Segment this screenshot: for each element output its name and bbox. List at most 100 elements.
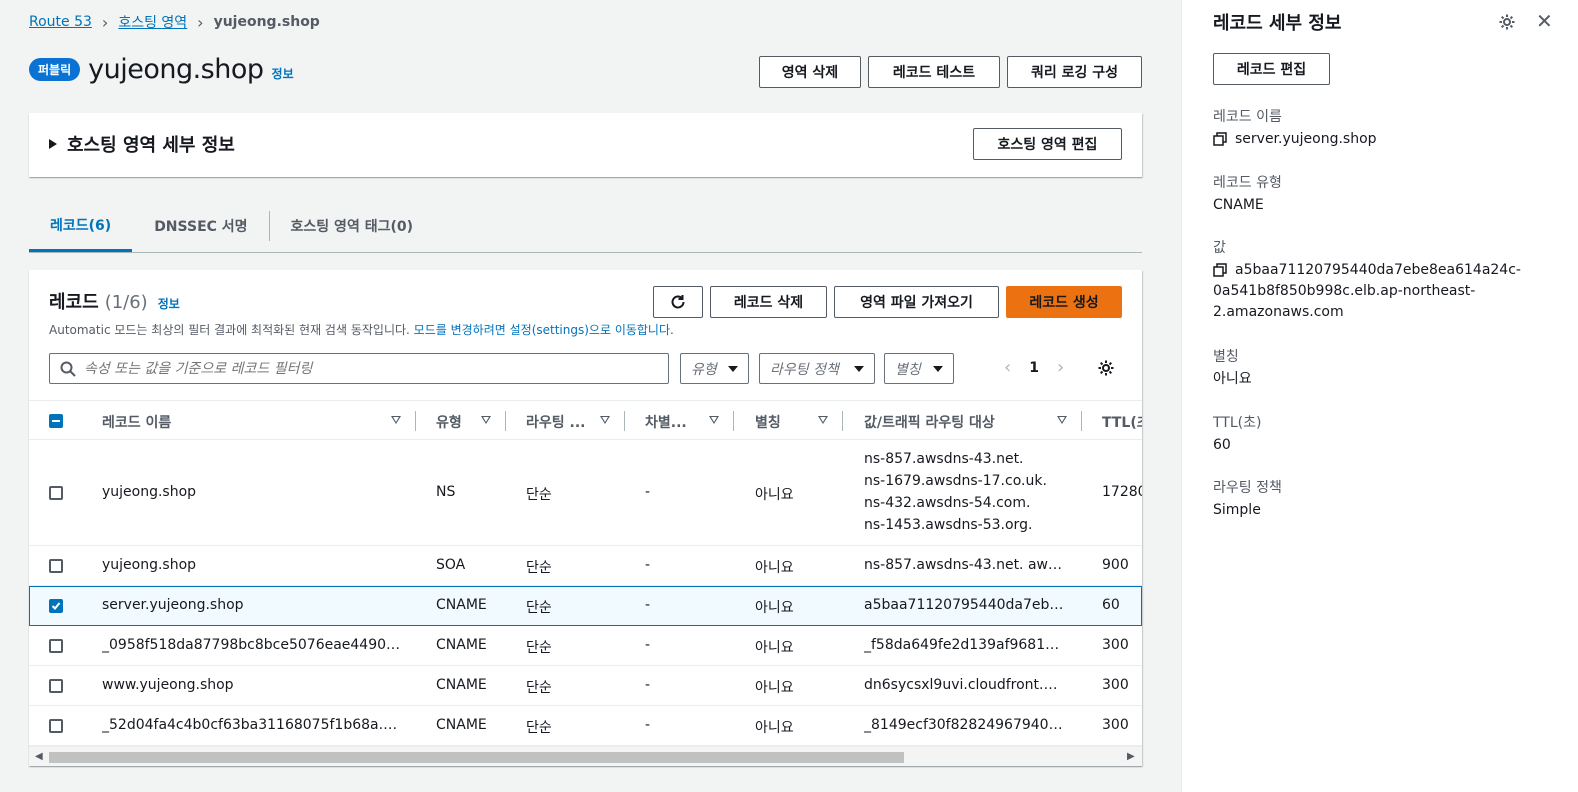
- tab-tags[interactable]: 호스팅 영역 태그(0): [270, 200, 434, 252]
- scroll-left-icon[interactable]: ◀: [35, 751, 43, 762]
- record-value: _8149ecf30f828249679400...: [864, 717, 1064, 733]
- alias-label: 별칭: [1213, 349, 1239, 365]
- settings-link[interactable]: 모드를 변경하려면 설정(settings)으로 이동합니다.: [414, 323, 674, 337]
- edit-record-button[interactable]: 레코드 편집: [1213, 53, 1330, 85]
- copy-icon[interactable]: [1213, 132, 1227, 146]
- chevron-right-icon: ›: [197, 12, 204, 32]
- edit-zone-button[interactable]: 호스팅 영역 편집: [973, 128, 1122, 160]
- records-info-link[interactable]: 정보: [158, 295, 180, 312]
- sort-icon[interactable]: [600, 416, 610, 424]
- previous-page-icon[interactable]: ‹: [1004, 357, 1011, 378]
- col-value[interactable]: 값/트래픽 라우팅 대상: [864, 412, 995, 432]
- scroll-right-icon[interactable]: ▶: [1127, 751, 1135, 762]
- record-type: NS: [436, 484, 456, 500]
- col-record-name[interactable]: 레코드 이름: [102, 412, 171, 432]
- table-row-selected[interactable]: server.yujeong.shop CNAME 단순 - 아니요 a5baa…: [29, 586, 1142, 626]
- sort-icon[interactable]: [481, 416, 491, 424]
- breadcrumb-current: yujeong.shop: [213, 14, 320, 30]
- table-row[interactable]: _52d04fa4c4b0cf63ba31168075f1b68a.ww... …: [29, 706, 1142, 746]
- tab-records[interactable]: 레코드(6): [29, 200, 133, 252]
- copy-icon[interactable]: [1213, 263, 1227, 277]
- record-value-block: a5baa71120795440da7ebe8ea614a24c- 0a541b…: [1213, 260, 1521, 323]
- record-type: CNAME: [436, 637, 487, 653]
- search-input[interactable]: [84, 360, 644, 377]
- records-count: (1/6): [104, 292, 148, 313]
- column-divider: [624, 411, 625, 431]
- select-all-checkbox[interactable]: [49, 414, 63, 428]
- breadcrumb-route53[interactable]: Route 53: [29, 14, 92, 30]
- record-routing: 단순: [526, 560, 552, 576]
- sort-icon[interactable]: [391, 416, 401, 424]
- record-type: CNAME: [436, 717, 487, 733]
- scrollbar-thumb[interactable]: [49, 752, 904, 763]
- record-value-line: ns-1453.awsdns-53.org.: [864, 517, 1033, 533]
- zone-details-expander[interactable]: 호스팅 영역 세부 정보: [49, 131, 235, 157]
- next-page-icon[interactable]: ›: [1057, 357, 1064, 378]
- column-divider: [842, 411, 843, 431]
- record-value: ns-857.awsdns-43.net. awsd...: [864, 557, 1064, 573]
- row-checkbox-checked[interactable]: [49, 599, 63, 613]
- search-field[interactable]: [49, 353, 669, 384]
- col-differentiator[interactable]: 차별...: [645, 412, 687, 432]
- record-routing: 단순: [526, 720, 552, 736]
- delete-record-button[interactable]: 레코드 삭제: [710, 286, 827, 318]
- page-number[interactable]: 1: [1029, 360, 1039, 376]
- search-icon: [60, 361, 76, 377]
- table-row[interactable]: _0958f518da87798bc8bce5076eae4490.ser...…: [29, 626, 1142, 666]
- table-row[interactable]: yujeong.shop SOA 단순 - 아니요 ns-857.awsdns-…: [29, 546, 1142, 586]
- tab-dnssec[interactable]: DNSSEC 서명: [133, 200, 268, 252]
- col-alias[interactable]: 별칭: [755, 412, 781, 432]
- create-record-button[interactable]: 레코드 생성: [1006, 286, 1122, 318]
- pagination: ‹ 1 ›: [1004, 357, 1064, 378]
- record-type-label: 레코드 유형: [1213, 175, 1282, 191]
- record-value-label: 값: [1213, 240, 1226, 256]
- record-diff: -: [645, 557, 651, 573]
- row-checkbox[interactable]: [49, 639, 63, 653]
- record-routing: 단순: [526, 680, 552, 696]
- row-checkbox[interactable]: [49, 559, 63, 573]
- ttl-value: 60: [1213, 437, 1231, 453]
- horizontal-scrollbar[interactable]: ◀ ▶: [29, 746, 1142, 766]
- col-type[interactable]: 유형: [436, 412, 462, 432]
- record-value-text: a5baa71120795440da7ebe8ea614a24c-: [1235, 262, 1521, 278]
- breadcrumb-hosted-zones[interactable]: 호스팅 영역: [118, 12, 187, 32]
- sort-icon[interactable]: [818, 416, 828, 424]
- query-logging-button[interactable]: 쿼리 로깅 구성: [1007, 56, 1142, 88]
- row-checkbox[interactable]: [49, 679, 63, 693]
- record-name: server.yujeong.shop: [102, 597, 244, 613]
- record-diff: -: [645, 484, 651, 500]
- col-routing[interactable]: 라우팅 ...: [526, 412, 585, 432]
- record-name: _0958f518da87798bc8bce5076eae4490.ser...: [102, 637, 402, 653]
- preferences-gear-icon[interactable]: [1097, 359, 1115, 377]
- sort-icon[interactable]: [709, 416, 719, 424]
- caret-down-icon: [933, 365, 943, 372]
- refresh-button[interactable]: [653, 286, 703, 318]
- test-record-button[interactable]: 레코드 테스트: [868, 56, 1000, 88]
- import-zone-file-button[interactable]: 영역 파일 가져오기: [834, 286, 999, 318]
- record-name: _52d04fa4c4b0cf63ba31168075f1b68a.ww...: [102, 717, 402, 733]
- record-diff: -: [645, 597, 651, 613]
- delete-zone-button[interactable]: 영역 삭제: [759, 56, 861, 88]
- filter-routing-select[interactable]: 라우팅 정책: [759, 353, 875, 384]
- close-icon[interactable]: ✕: [1536, 9, 1553, 33]
- info-link[interactable]: 정보: [272, 65, 294, 82]
- row-checkbox[interactable]: [49, 486, 63, 500]
- record-alias: 아니요: [755, 560, 794, 576]
- col-ttl[interactable]: TTL(초: [1102, 412, 1142, 432]
- record-value-line: 0a541b8f850b998c.elb.ap-northeast-: [1213, 283, 1476, 299]
- row-checkbox[interactable]: [49, 719, 63, 733]
- records-table: 레코드 이름 유형 라우팅 ... 차별... 별칭 값/트래픽 라우팅 대상 …: [29, 400, 1142, 746]
- table-row[interactable]: yujeong.shop NS 단순 - 아니요 ns-857.awsdns-4…: [29, 440, 1142, 546]
- sort-icon[interactable]: [1057, 416, 1067, 424]
- record-name-text: server.yujeong.shop: [1235, 131, 1377, 147]
- public-badge: 퍼블릭: [29, 58, 81, 81]
- page-title: yujeong.shop: [88, 54, 264, 85]
- gear-icon[interactable]: [1498, 13, 1516, 31]
- record-value-line: 2.amazonaws.com: [1213, 304, 1344, 320]
- filter-type-select[interactable]: 유형: [680, 353, 749, 384]
- record-routing: 단순: [526, 487, 552, 503]
- records-description: Automatic 모드는 최상의 필터 결과에 최적화된 현재 검색 동작입니…: [49, 321, 674, 338]
- record-value: dn6sycsxl9uvi.cloudfront.net: [864, 677, 1064, 693]
- filter-alias-select[interactable]: 별칭: [884, 353, 954, 384]
- table-row[interactable]: www.yujeong.shop CNAME 단순 - 아니요 dn6sycsx…: [29, 666, 1142, 706]
